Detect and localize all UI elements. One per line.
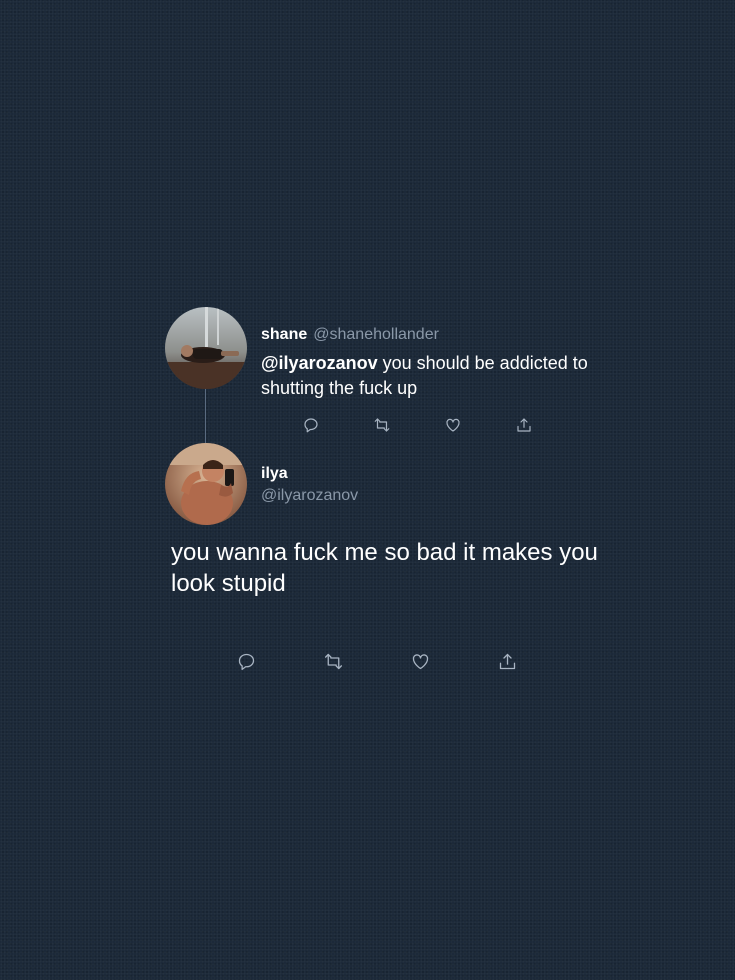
reply-body: @ilyarozanov you should be addicted to s… — [261, 351, 601, 401]
retweet-icon[interactable] — [323, 651, 344, 672]
like-icon[interactable] — [444, 416, 462, 434]
reply-mention[interactable]: @ilyarozanov — [261, 353, 378, 373]
avatar-ilya[interactable] — [165, 443, 247, 525]
avatar-shane[interactable] — [165, 307, 247, 389]
retweet-icon[interactable] — [373, 416, 391, 434]
thread-connector-line — [205, 388, 206, 444]
reply-icon[interactable] — [302, 416, 320, 434]
like-icon[interactable] — [410, 651, 431, 672]
reply-author-row: shane @shanehollander — [261, 326, 439, 344]
reply-actions — [302, 416, 533, 434]
share-icon[interactable] — [515, 416, 533, 434]
share-icon[interactable] — [497, 651, 518, 672]
reply-author-handle[interactable]: @shanehollander — [313, 326, 439, 343]
reply-icon[interactable] — [236, 651, 257, 672]
reply-author-name[interactable]: shane — [261, 326, 307, 343]
tweet-actions — [236, 651, 518, 672]
tweet-text: you wanna fuck me so bad it makes you lo… — [171, 539, 598, 597]
tweet-author-handle[interactable]: @ilyarozanov — [261, 487, 358, 505]
tweet-author-name[interactable]: ilya — [261, 465, 288, 483]
